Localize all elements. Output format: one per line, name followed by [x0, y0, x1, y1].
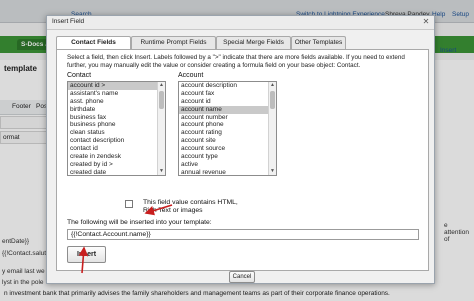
arrow-to-input-icon — [144, 204, 173, 216]
arrow-to-insert-icon — [78, 246, 89, 274]
annotation-arrows — [78, 204, 173, 274]
